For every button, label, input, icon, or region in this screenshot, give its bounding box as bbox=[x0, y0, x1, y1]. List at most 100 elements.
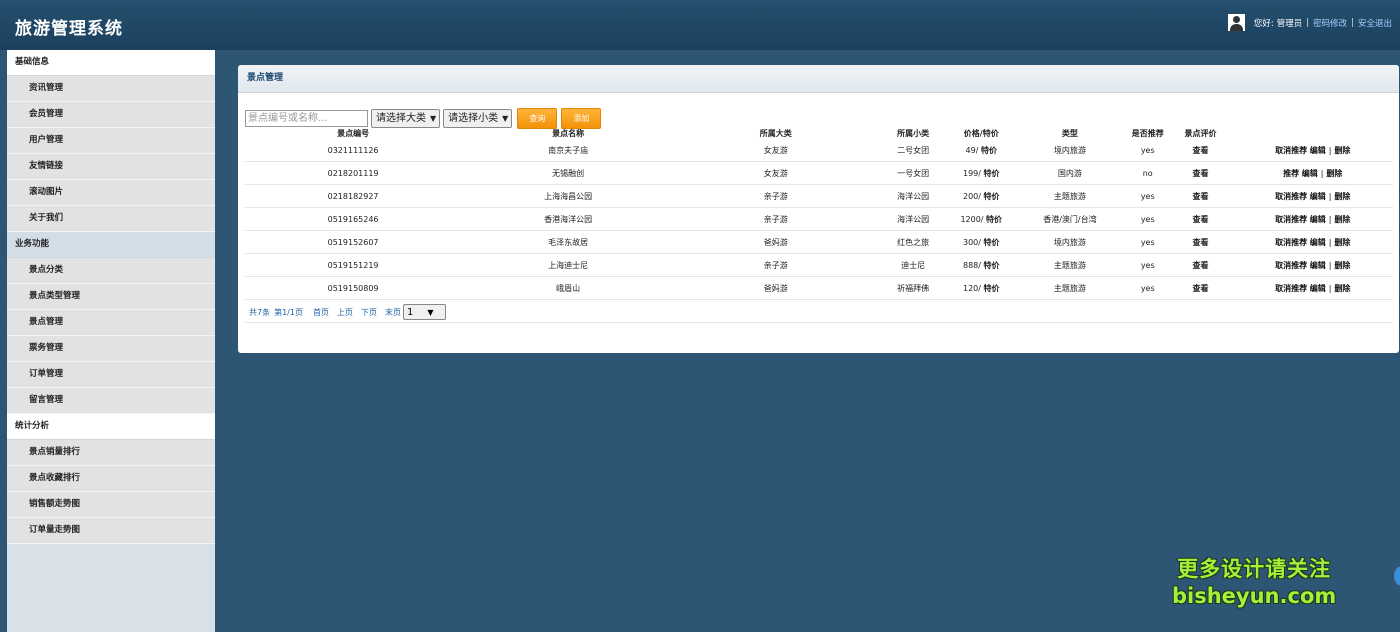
logout-link[interactable]: 安全退出 bbox=[1358, 17, 1392, 29]
delete-link[interactable]: 删除 bbox=[1334, 261, 1350, 270]
divider bbox=[245, 322, 1393, 323]
view-reviews-link[interactable]: 查看 bbox=[1192, 146, 1208, 155]
subcategory-select[interactable]: 请选择小类 ▼ bbox=[443, 109, 513, 128]
sidebar-item-spot-type[interactable]: 景点类型管理 bbox=[7, 284, 215, 310]
spot-name: 南京夫子庙 bbox=[461, 139, 676, 162]
toggle-recommend-link[interactable]: 推荐 bbox=[1283, 169, 1299, 178]
chevron-down-icon: ▼ bbox=[427, 307, 434, 317]
delete-link[interactable]: 删除 bbox=[1334, 192, 1350, 201]
recommended-flag: yes bbox=[1127, 207, 1169, 231]
watermark: 更多设计请关注 bisheyun.com bbox=[1172, 556, 1336, 610]
table-row: 0519150809 峨眉山 爸妈游 祈福拜佛 120/ 特价 主题旅游 yes 查看 取消推荐… bbox=[245, 276, 1393, 300]
spot-subcategory: 海洋公园 bbox=[876, 184, 950, 208]
col-header: 是否推荐 bbox=[1131, 128, 1164, 138]
table-row: 0218182927 上海海昌公园 亲子游 海洋公园 200/ 特价 主题旅游 yes 查看取… bbox=[245, 184, 1393, 208]
special-price-link[interactable]: 特价 bbox=[984, 169, 1000, 178]
sidebar-item-tickets[interactable]: 票务管理 bbox=[7, 336, 215, 362]
divider: | bbox=[1328, 260, 1332, 270]
change-password-link[interactable]: 密码修改 bbox=[1313, 17, 1347, 29]
sidebar-item-carousel[interactable]: 滚动图片 bbox=[7, 180, 215, 206]
toggle-recommend-link[interactable]: 取消推荐 bbox=[1275, 192, 1307, 201]
greeting-label: 您好: bbox=[1253, 18, 1274, 29]
spot-price: 120/ 特价 bbox=[949, 276, 1013, 300]
delete-link[interactable]: 删除 bbox=[1334, 215, 1350, 224]
prev-page-link[interactable]: 上页 bbox=[337, 307, 353, 318]
add-button[interactable]: 添加 bbox=[561, 108, 602, 129]
spot-category: 亲子游 bbox=[675, 253, 877, 277]
view-reviews-link[interactable]: 查看 bbox=[1192, 169, 1208, 178]
toggle-recommend-link[interactable]: 取消推荐 bbox=[1275, 284, 1307, 293]
spot-name: 峨眉山 bbox=[461, 276, 676, 300]
spot-name: 无锡融创 bbox=[461, 161, 676, 185]
spot-category: 爸妈游 bbox=[675, 230, 877, 254]
col-header: 价格/特价 bbox=[963, 128, 999, 138]
sidebar-section-basic[interactable]: 基础信息 bbox=[7, 50, 215, 76]
sidebar-section-business[interactable]: 业务功能 bbox=[7, 232, 215, 258]
special-price-link[interactable]: 特价 bbox=[984, 238, 1000, 247]
price-value: 1200/ bbox=[960, 214, 984, 224]
sidebar-item-orders[interactable]: 订单管理 bbox=[7, 362, 215, 388]
view-reviews-link[interactable]: 查看 bbox=[1192, 284, 1208, 293]
col-header: 所属小类 bbox=[897, 128, 930, 138]
delete-link[interactable]: 删除 bbox=[1334, 284, 1350, 293]
special-price-link[interactable]: 特价 bbox=[984, 192, 1000, 201]
edit-link[interactable]: 编辑 bbox=[1310, 146, 1326, 155]
delete-link[interactable]: 删除 bbox=[1334, 146, 1350, 155]
sidebar-item-news[interactable]: 资讯管理 bbox=[7, 76, 215, 102]
special-price-link[interactable]: 特价 bbox=[984, 284, 1000, 293]
toggle-recommend-link[interactable]: 取消推荐 bbox=[1275, 261, 1307, 270]
view-reviews-link[interactable]: 查看 bbox=[1192, 192, 1208, 201]
category-select[interactable]: 请选择大类 ▼ bbox=[371, 109, 441, 128]
recommended-flag: yes bbox=[1127, 230, 1169, 254]
edit-link[interactable]: 编辑 bbox=[1310, 215, 1326, 224]
page-select[interactable]: 1 ▼ bbox=[402, 304, 446, 320]
sidebar-section-stats[interactable]: 统计分析 bbox=[7, 414, 215, 440]
sidebar-item-spots[interactable]: 景点管理 bbox=[7, 310, 215, 336]
floating-button[interactable] bbox=[1394, 566, 1400, 586]
view-reviews-link[interactable]: 查看 bbox=[1192, 215, 1208, 224]
spot-subcategory: 二号女团 bbox=[876, 139, 950, 162]
edit-link[interactable]: 编辑 bbox=[1310, 238, 1326, 247]
divider: | bbox=[1328, 237, 1332, 247]
sidebar-item-revenue-trend[interactable]: 销售额走势图 bbox=[7, 492, 215, 518]
next-page-link[interactable]: 下页 bbox=[361, 307, 377, 318]
edit-link[interactable]: 编辑 bbox=[1310, 284, 1326, 293]
spot-category: 亲子游 bbox=[675, 184, 877, 208]
row-actions: 取消推荐 编辑 | 删除 bbox=[1232, 230, 1393, 254]
special-price-link[interactable]: 特价 bbox=[984, 261, 1000, 270]
review-cell: 查看 bbox=[1168, 207, 1233, 231]
toggle-recommend-link[interactable]: 取消推荐 bbox=[1275, 146, 1307, 155]
last-page-link[interactable]: 末页 bbox=[385, 307, 401, 318]
sidebar-item-links[interactable]: 友情链接 bbox=[7, 154, 215, 180]
sidebar-item-messages[interactable]: 留言管理 bbox=[7, 388, 215, 414]
toggle-recommend-link[interactable]: 取消推荐 bbox=[1275, 215, 1307, 224]
row-actions: 取消推荐 编辑 | 删除 bbox=[1232, 276, 1393, 300]
edit-link[interactable]: 编辑 bbox=[1302, 169, 1318, 178]
spot-price: 1200/ 特价 bbox=[949, 207, 1013, 231]
sidebar-item-favorite-rank[interactable]: 景点收藏排行 bbox=[7, 466, 215, 492]
review-cell: 查看 bbox=[1168, 253, 1233, 277]
edit-link[interactable]: 编辑 bbox=[1310, 261, 1326, 270]
special-price-link[interactable]: 特价 bbox=[986, 215, 1002, 224]
special-price-link[interactable]: 特价 bbox=[981, 146, 997, 155]
sidebar-item-order-trend[interactable]: 订单量走势图 bbox=[7, 518, 215, 544]
view-reviews-link[interactable]: 查看 bbox=[1192, 261, 1208, 270]
view-reviews-link[interactable]: 查看 bbox=[1192, 238, 1208, 247]
sidebar-item-spot-category[interactable]: 景点分类 bbox=[7, 258, 215, 284]
first-page-link[interactable]: 首页 bbox=[313, 307, 329, 318]
sidebar-item-members[interactable]: 会员管理 bbox=[7, 102, 215, 128]
delete-link[interactable]: 删除 bbox=[1326, 169, 1342, 178]
spot-category: 爸妈游 bbox=[675, 276, 877, 300]
sidebar-item-about[interactable]: 关于我们 bbox=[7, 206, 215, 232]
edit-link[interactable]: 编辑 bbox=[1310, 192, 1326, 201]
spot-id: 0218182927 bbox=[245, 184, 462, 208]
sidebar-item-sales-rank[interactable]: 景点销量排行 bbox=[7, 440, 215, 466]
sidebar-item-users[interactable]: 用户管理 bbox=[7, 128, 215, 154]
search-input[interactable] bbox=[245, 110, 368, 127]
toggle-recommend-link[interactable]: 取消推荐 bbox=[1275, 238, 1307, 247]
query-button[interactable]: 查询 bbox=[517, 108, 558, 129]
spot-type: 主题旅游 bbox=[1012, 184, 1128, 208]
app-title: 旅游管理系统 bbox=[15, 19, 123, 39]
delete-link[interactable]: 删除 bbox=[1334, 238, 1350, 247]
spot-price: 199/ 特价 bbox=[949, 161, 1013, 185]
